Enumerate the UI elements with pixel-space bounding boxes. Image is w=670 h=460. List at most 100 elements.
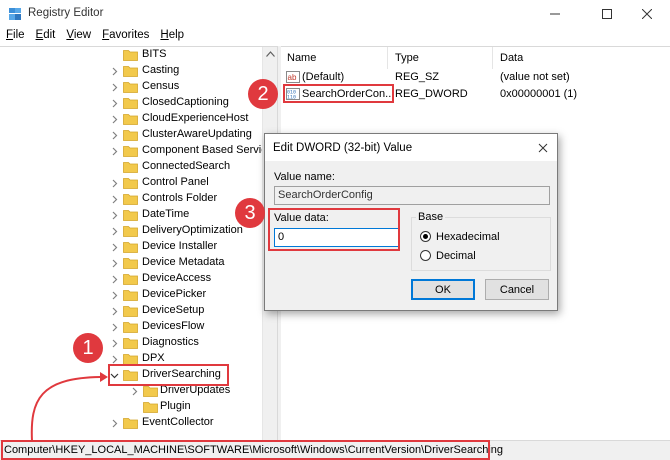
minimize-button[interactable] xyxy=(532,0,578,28)
annotation-highlight-searchorderconfig xyxy=(283,84,394,103)
tree-item-label: Casting xyxy=(142,64,180,76)
scroll-up-arrow-icon[interactable] xyxy=(266,51,275,57)
tree-item-label: BITS xyxy=(142,48,167,60)
tree-item-cloudexperiencehost[interactable]: CloudExperienceHost xyxy=(0,111,262,127)
tree-item-device-installer[interactable]: Device Installer xyxy=(0,239,262,255)
tree-item-label: DPX xyxy=(142,352,165,364)
tree-item-control-panel[interactable]: Control Panel xyxy=(0,175,262,191)
hexadecimal-label[interactable]: Hexadecimal xyxy=(436,231,500,243)
dialog-close-icon[interactable] xyxy=(535,140,551,156)
registry-editor-window: Registry Editor File Edit View Favorites… xyxy=(0,0,670,460)
tree-item-casting[interactable]: Casting xyxy=(0,63,262,79)
decimal-radio[interactable] xyxy=(420,250,431,261)
tree-item-devicesetup[interactable]: DeviceSetup xyxy=(0,303,262,319)
tree-item-plugin[interactable]: Plugin xyxy=(0,399,262,415)
chevron-right-icon[interactable] xyxy=(110,323,119,332)
value-type: REG_SZ xyxy=(395,71,440,83)
tree-item-label: DeliveryOptimization xyxy=(142,224,243,236)
chevron-right-icon[interactable] xyxy=(110,291,119,300)
chevron-right-icon[interactable] xyxy=(110,259,119,268)
tree-item-label: DeviceAccess xyxy=(142,272,212,284)
window-title: Registry Editor xyxy=(28,7,104,19)
hexadecimal-radio[interactable] xyxy=(420,231,431,242)
tree-item-label: Diagnostics xyxy=(142,336,199,348)
column-header-name[interactable]: Name xyxy=(287,52,316,64)
chevron-right-icon[interactable] xyxy=(110,275,119,284)
chevron-right-icon[interactable] xyxy=(110,419,119,428)
column-header-data[interactable]: Data xyxy=(500,52,523,64)
chevron-right-icon[interactable] xyxy=(110,211,119,220)
chevron-right-icon[interactable] xyxy=(110,179,119,188)
tree-item-closedcaptioning[interactable]: ClosedCaptioning xyxy=(0,95,262,111)
menu-favorites[interactable]: Favorites xyxy=(96,28,154,46)
tree-item-devicesflow[interactable]: DevicesFlow xyxy=(0,319,262,335)
step-badge-3: 3 xyxy=(235,198,265,228)
tree-item-devicepicker[interactable]: DevicePicker xyxy=(0,287,262,303)
tree-item-label: ClosedCaptioning xyxy=(142,96,229,108)
annotation-highlight-driversearching xyxy=(108,364,229,386)
menu-edit[interactable]: Edit xyxy=(30,28,61,46)
title-bar: Registry Editor xyxy=(0,0,670,28)
tree-item-label: Plugin xyxy=(160,400,191,412)
tree-item-label: EventCollector xyxy=(142,416,214,428)
tree-item-deviceaccess[interactable]: DeviceAccess xyxy=(0,271,262,287)
value-data: (value not set) xyxy=(500,71,570,83)
chevron-right-icon[interactable] xyxy=(110,99,119,108)
cancel-button[interactable]: Cancel xyxy=(485,279,549,300)
tree-item-device-metadata[interactable]: Device Metadata xyxy=(0,255,262,271)
menu-file[interactable]: File xyxy=(0,28,30,46)
base-groupbox: Base Hexadecimal Decimal xyxy=(411,211,551,271)
chevron-right-icon[interactable] xyxy=(110,355,119,364)
tree-item-census[interactable]: Census xyxy=(0,79,262,95)
chevron-right-icon[interactable] xyxy=(110,227,119,236)
chevron-right-icon[interactable] xyxy=(110,307,119,316)
chevron-right-icon[interactable] xyxy=(110,243,119,252)
chevron-right-icon[interactable] xyxy=(110,147,119,156)
decimal-label[interactable]: Decimal xyxy=(436,250,476,262)
folder-icon xyxy=(123,258,138,269)
column-header-type[interactable]: Type xyxy=(395,52,419,64)
radio-selected-dot xyxy=(423,234,428,239)
minimize-icon xyxy=(550,13,560,15)
tree-item-datetime[interactable]: DateTime xyxy=(0,207,262,223)
value-name: (Default) xyxy=(302,71,345,83)
chevron-right-icon[interactable] xyxy=(130,387,139,396)
value-type: REG_DWORD xyxy=(395,88,468,100)
menu-help[interactable]: Help xyxy=(154,28,189,46)
menu-view[interactable]: View xyxy=(60,28,96,46)
column-divider[interactable] xyxy=(387,47,388,69)
tree-item-controls-folder[interactable]: Controls Folder xyxy=(0,191,262,207)
chevron-right-icon[interactable] xyxy=(110,195,119,204)
folder-icon xyxy=(123,322,138,333)
values-list-header: Name Type Data xyxy=(281,47,670,69)
folder-icon xyxy=(123,66,138,77)
close-button[interactable] xyxy=(624,0,670,28)
tree-item-label: DateTime xyxy=(142,208,190,220)
step-badge-1: 1 xyxy=(73,333,103,363)
tree-item-label: Control Panel xyxy=(142,176,209,188)
tree-item-diagnostics[interactable]: Diagnostics xyxy=(0,335,262,351)
tree-item-label: ClusterAwareUpdating xyxy=(142,128,252,140)
ok-button[interactable]: OK xyxy=(411,279,475,300)
base-label: Base xyxy=(416,211,446,223)
tree-item-deliveryoptimization[interactable]: DeliveryOptimization xyxy=(0,223,262,239)
tree-item-eventcollector[interactable]: EventCollector xyxy=(0,415,262,431)
tree-item-component-based-servic[interactable]: Component Based Servic xyxy=(0,143,267,159)
value-name-label: Value name: xyxy=(274,171,335,183)
tree-item-bits[interactable]: BITS xyxy=(0,47,262,63)
folder-icon xyxy=(123,226,138,237)
step-badge-2: 2 xyxy=(248,79,278,109)
tree-item-clusterawareupdating[interactable]: ClusterAwareUpdating xyxy=(0,127,262,143)
tree-item-connectedsearch[interactable]: ConnectedSearch xyxy=(0,159,262,175)
chevron-right-icon[interactable] xyxy=(110,339,119,348)
chevron-right-icon[interactable] xyxy=(110,67,119,76)
tree-item-label: Device Installer xyxy=(142,240,218,252)
value-data: 0x00000001 (1) xyxy=(500,88,578,100)
column-divider[interactable] xyxy=(492,47,493,69)
chevron-right-icon[interactable] xyxy=(110,131,119,140)
folder-icon xyxy=(123,82,138,93)
chevron-right-icon[interactable] xyxy=(110,115,119,124)
tree-item-label: CloudExperienceHost xyxy=(142,112,249,124)
tree-item-label: DeviceSetup xyxy=(142,304,205,316)
chevron-right-icon[interactable] xyxy=(110,83,119,92)
